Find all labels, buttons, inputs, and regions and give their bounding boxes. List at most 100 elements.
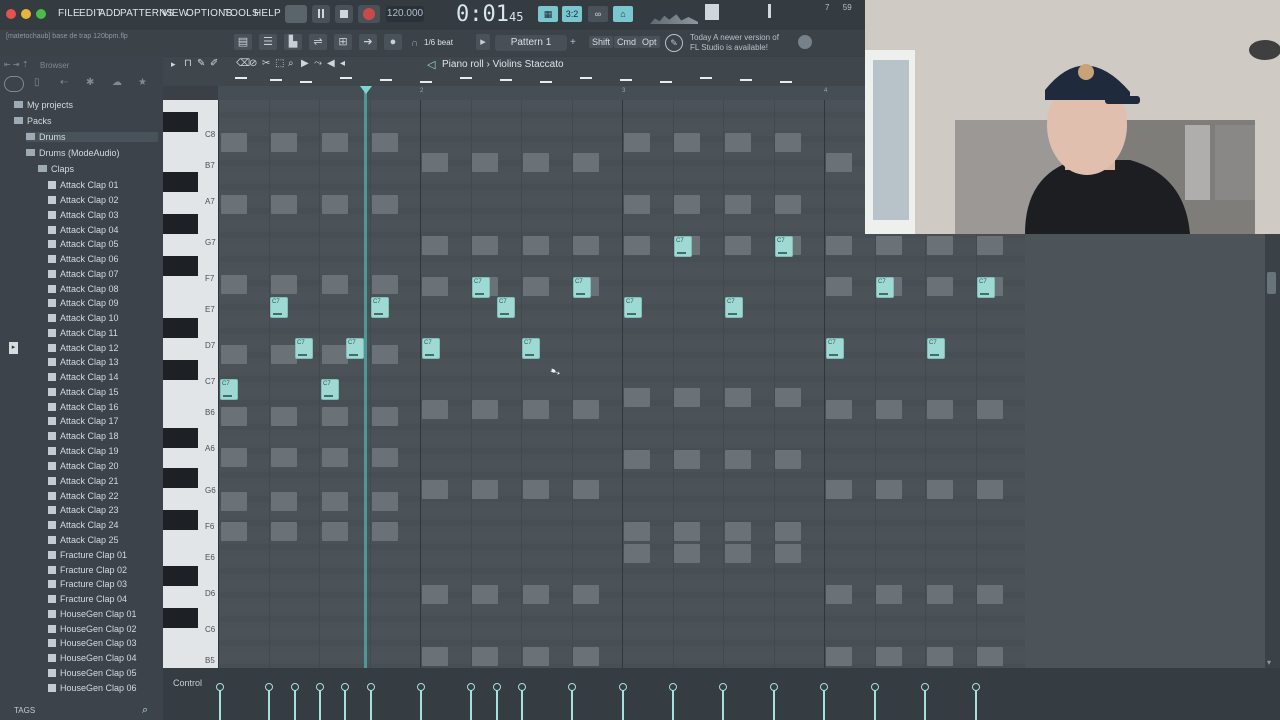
piano-roll-icon[interactable]: ▙ [284,34,302,50]
midi-note[interactable]: C7 [725,297,743,318]
midi-note[interactable]: C7 [220,379,238,400]
menu-file[interactable]: FILE [58,8,80,19]
stop-button[interactable] [335,5,353,23]
slice-tool-icon[interactable]: ✂ [262,58,270,69]
step-edit-icon[interactable]: 3:2 [562,6,582,22]
pattern-selector[interactable]: Pattern 1 [495,35,567,51]
pat-song-toggle[interactable] [285,5,307,23]
velocity-bar[interactable] [291,683,299,720]
draw-ghost-tool-icon[interactable]: ⤳ [314,58,322,69]
tree-item[interactable]: Attack Clap 19 [48,446,158,456]
midi-note[interactable]: C7 [977,277,995,298]
midi-note[interactable]: C7 [927,338,945,359]
browser-cloud-icon[interactable]: ☁ [112,77,122,88]
scroll-down-icon[interactable]: ▾ [1267,658,1271,667]
tree-item[interactable]: Attack Clap 13 [48,357,158,367]
tree-item[interactable]: HouseGen Clap 02 [48,624,158,634]
browser-files-icon[interactable]: ▯ [34,77,40,88]
midi-note[interactable]: C7 [876,277,894,298]
velocity-bar[interactable] [265,683,273,720]
piano-black-key[interactable] [163,172,198,192]
menu-add[interactable]: ADD [99,8,121,19]
midi-note[interactable]: C7 [422,338,440,359]
browser-arrows-icon[interactable]: ⇤ ⇥ ⇡ [4,60,29,69]
midi-note[interactable]: C7 [472,277,490,298]
tree-item[interactable]: Attack Clap 15 [48,387,158,397]
piano-black-key[interactable] [163,318,198,338]
magnet-tool-icon[interactable]: ⊓ [184,58,192,69]
velocity-bar[interactable] [493,683,501,720]
playhead-marker[interactable] [360,86,372,94]
tree-item[interactable]: Drums [26,132,158,142]
piano-black-key[interactable] [163,256,198,276]
playlist-icon[interactable]: ▤ [234,34,252,50]
snap-selector[interactable]: 1/6 beat [424,38,453,47]
settings-gear-icon[interactable] [798,35,812,49]
midi-note[interactable]: C7 [674,236,692,257]
pattern-add-icon[interactable]: + [570,37,576,48]
velocity-bar[interactable] [719,683,727,720]
rewind-tool-icon[interactable]: ◀ [327,58,335,69]
minimize-window-icon[interactable] [21,9,31,19]
velocity-bar[interactable] [417,683,425,720]
tree-item[interactable]: Attack Clap 17 [48,416,158,426]
browser-view-icon[interactable] [4,76,24,92]
midi-note[interactable]: C7 [321,379,339,400]
velocity-bar[interactable] [341,683,349,720]
vertical-scrollbar[interactable] [1265,234,1280,668]
browser-back-icon[interactable]: ⇠ [60,77,68,88]
tree-item[interactable]: HouseGen Clap 03 [48,638,158,648]
velocity-bar[interactable] [820,683,828,720]
tree-item[interactable]: Fracture Clap 02 [48,565,158,575]
shift-key-button[interactable]: Shift [589,36,614,48]
playhead-line[interactable] [364,86,367,720]
piano-black-key[interactable] [163,112,198,132]
channel-rack-icon[interactable]: ☰ [259,34,277,50]
tree-item[interactable]: Packs [14,116,158,126]
tree-item[interactable]: Fracture Clap 04 [48,594,158,604]
pr-menu-arrow-icon[interactable]: ▸ [171,59,176,70]
tree-item[interactable]: Attack Clap 11 [48,328,158,338]
tags-label[interactable]: TAGS [14,706,35,715]
tree-item[interactable]: HouseGen Clap 01 [48,609,158,619]
tree-item[interactable]: Attack Clap 03 [48,210,158,220]
menu-help[interactable]: HELP [254,8,281,19]
midi-note[interactable]: C7 [346,338,364,359]
tree-item[interactable]: Drums (ModeAudio) [26,148,158,158]
loop-record-icon[interactable]: ∞ [588,6,608,22]
velocity-bar[interactable] [921,683,929,720]
main-volume-slider[interactable] [768,4,771,18]
control-lane-label[interactable]: Control [173,678,202,688]
piano-black-key[interactable] [163,360,198,380]
tree-item[interactable]: Attack Clap 10 [48,313,158,323]
tree-item[interactable]: HouseGen Clap 05 [48,668,158,678]
pause-button[interactable] [312,5,330,23]
midi-note[interactable]: C7 [295,338,313,359]
select-tool-icon[interactable]: ⬚ [275,58,284,69]
velocity-bar[interactable] [669,683,677,720]
tree-item[interactable]: Attack Clap 06 [48,254,158,264]
browser-plugin-icon[interactable]: ✱ [86,77,94,88]
song-time-display[interactable]: 0:0145 [456,2,528,28]
opt-key-button[interactable]: Opt [639,36,660,48]
microphone-icon[interactable]: ● [384,34,402,50]
zoom-tool-icon[interactable]: ⌕ [288,58,294,69]
midi-note[interactable]: C7 [573,277,591,298]
snap-magnet-icon[interactable]: ∩ [411,38,418,49]
piano-black-key[interactable] [163,428,198,448]
paint-tool-icon[interactable]: ✐ [210,58,218,69]
update-hint[interactable]: Today A newer version of FL Studio is av… [690,33,779,53]
browser-star-icon[interactable]: ★ [138,77,147,88]
tree-item[interactable]: Attack Clap 05 [48,239,158,249]
speaker-tool-icon[interactable]: ◂ [340,58,345,69]
tree-item[interactable]: Attack Clap 20 [48,461,158,471]
piano-black-key[interactable] [163,608,198,628]
velocity-bar[interactable] [770,683,778,720]
midi-note[interactable]: C7 [270,297,288,318]
midi-note[interactable]: C7 [624,297,642,318]
midi-note[interactable]: C7 [522,338,540,359]
news-icon[interactable]: ✎ [665,34,683,52]
tree-item[interactable]: HouseGen Clap 06 [48,683,158,693]
playback-tool-icon[interactable]: ▶ [301,58,309,69]
midi-note[interactable]: C7 [371,297,389,318]
